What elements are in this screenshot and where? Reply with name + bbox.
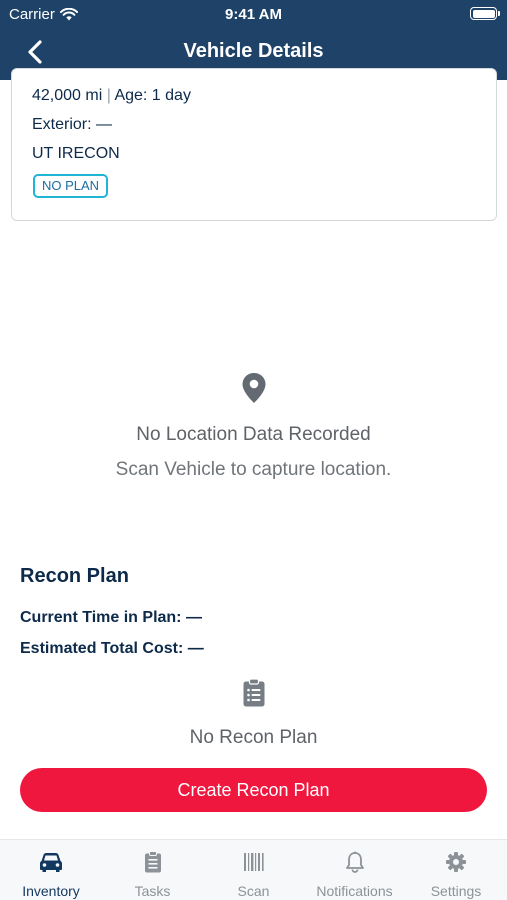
tab-scan-label: Scan [237,883,270,899]
location-empty-title: No Location Data Recorded [136,424,371,445]
tab-tasks-label: Tasks [134,883,171,899]
clipboard-list-icon [243,678,265,707]
tab-settings[interactable]: Settings [405,840,507,900]
tab-scan[interactable]: Scan [203,840,304,900]
tab-inventory[interactable]: Inventory [0,840,102,900]
current-time-in-plan: Current Time in Plan: — [20,609,202,626]
status-bar: Carrier 9:41 AM [0,0,507,28]
tab-notifications-label: Notifications [316,883,393,899]
exterior-color: Exterior: — [32,116,113,133]
location-code: UT IRECON [32,145,120,162]
tab-inventory-label: Inventory [22,883,80,899]
recon-plan-heading: Recon Plan [20,565,129,587]
create-recon-plan-button[interactable]: Create Recon Plan [20,768,487,812]
mileage-age-line: 42,000 mi | Age: 1 day [32,87,191,105]
battery-icon [470,7,500,20]
tab-notifications[interactable]: Notifications [304,840,405,900]
location-pin-icon [242,373,266,403]
clock: 9:41 AM [225,6,282,23]
car-icon [40,853,62,872]
estimated-total-cost: Estimated Total Cost: — [20,640,204,657]
separator: | [106,87,111,104]
barcode-icon [243,853,264,871]
vehicle-age: Age: 1 day [114,87,191,104]
location-empty-subtitle: Scan Vehicle to capture location. [115,459,392,480]
gear-icon [446,852,466,872]
clipboard-icon [144,851,161,873]
bell-icon [345,851,364,873]
vehicle-card[interactable]: 42,000 mi | Age: 1 day Exterior: — UT IR… [11,68,497,221]
recon-plan-empty: No Recon Plan [189,727,318,748]
mileage: 42,000 mi [32,87,103,104]
plan-status-badge: NO PLAN [33,174,109,198]
tab-bar: Inventory Tasks Scan Notifications Setti… [0,839,507,900]
tab-settings-label: Settings [430,883,482,899]
tab-tasks[interactable]: Tasks [102,840,203,900]
page-title: Vehicle Details [183,40,324,62]
